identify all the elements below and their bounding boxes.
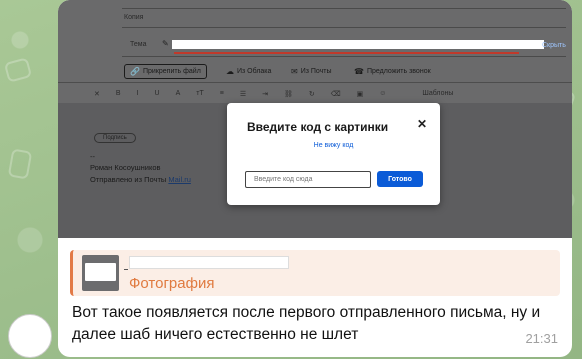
from-cloud-button[interactable]: ☁ Из Облака bbox=[226, 64, 271, 79]
templates-label[interactable]: Шаблоны bbox=[422, 90, 453, 100]
message-bubble: Копия Тема ✎ Скрыть 🔗 Прикрепить файл ☁ … bbox=[58, 0, 572, 357]
suggest-call-button[interactable]: ☎ Предложить звонок bbox=[354, 64, 431, 79]
attach-file-button[interactable]: 🔗 Прикрепить файл bbox=[124, 64, 207, 79]
suggest-call-label: Предложить звонок bbox=[366, 68, 431, 75]
clear-icon[interactable]: ⌫ bbox=[331, 90, 341, 100]
indent-icon[interactable]: ⇥ bbox=[262, 90, 268, 100]
reply-thumbnail bbox=[82, 255, 119, 291]
captcha-input[interactable] bbox=[245, 171, 371, 188]
avatar[interactable] bbox=[8, 314, 52, 358]
link-icon[interactable]: ⛓ bbox=[284, 90, 293, 100]
message-time: 21:31 bbox=[525, 331, 558, 346]
reply-preview[interactable]: Фотография bbox=[70, 250, 560, 296]
undo-icon[interactable]: ✕ bbox=[94, 90, 100, 100]
captcha-title: Введите код с картинки bbox=[247, 120, 389, 134]
italic-icon[interactable]: I bbox=[137, 90, 139, 100]
captcha-submit-button[interactable]: Готово bbox=[377, 171, 423, 187]
field-divider bbox=[122, 56, 566, 57]
cant-see-code-link[interactable]: Не вижу код bbox=[227, 142, 440, 149]
signature-sent-from: Отправлено из Почты Mail.ru bbox=[90, 175, 191, 184]
align-icon[interactable]: ≡ bbox=[220, 90, 224, 100]
from-mail-button[interactable]: ✉ Из Почты bbox=[291, 64, 332, 79]
redacted-subject bbox=[172, 40, 544, 49]
toolbar-divider bbox=[58, 82, 572, 83]
signature-name: Роман Косоушников bbox=[90, 163, 161, 172]
redo-icon[interactable]: ↻ bbox=[309, 90, 315, 100]
font-size-icon[interactable]: тT bbox=[196, 90, 203, 100]
signature-pill[interactable]: Подпись bbox=[94, 133, 136, 143]
mailru-link[interactable]: Mail.ru bbox=[168, 175, 191, 184]
close-icon[interactable]: ✕ bbox=[417, 117, 427, 131]
wallpaper-doodle bbox=[3, 57, 33, 83]
reply-type-label: Фотография bbox=[129, 275, 215, 292]
sent-from-prefix: Отправлено из Почты bbox=[90, 175, 169, 184]
bold-icon[interactable]: B bbox=[116, 90, 121, 100]
field-divider bbox=[122, 8, 566, 9]
underline-icon[interactable]: U bbox=[155, 90, 160, 100]
signature-dashes: -- bbox=[90, 152, 95, 161]
image-icon[interactable]: ▣ bbox=[357, 90, 364, 100]
pen-icon: ✎ bbox=[162, 39, 169, 48]
field-divider bbox=[122, 27, 566, 28]
photo-attachment[interactable]: Копия Тема ✎ Скрыть 🔗 Прикрепить файл ☁ … bbox=[58, 0, 572, 238]
from-cloud-label: Из Облака bbox=[237, 68, 272, 75]
thumbnail-dialog bbox=[85, 263, 116, 281]
attach-file-label: Прикрепить файл bbox=[142, 68, 201, 75]
redacted-reply-author bbox=[124, 256, 289, 270]
wallpaper-doodle bbox=[7, 148, 33, 180]
list-icon[interactable]: ☰ bbox=[240, 90, 246, 100]
mail-icon: ✉ bbox=[291, 67, 298, 76]
spellcheck-underline bbox=[174, 52, 519, 54]
emoji-icon[interactable]: ☺ bbox=[379, 90, 386, 100]
cloud-icon: ☁ bbox=[226, 67, 234, 76]
message-text: Вот такое появляется после первого отпра… bbox=[72, 304, 541, 343]
text-color-icon[interactable]: A bbox=[176, 90, 181, 100]
subject-label: Тема bbox=[130, 41, 147, 48]
hide-link[interactable]: Скрыть bbox=[542, 42, 566, 49]
copy-label: Копия bbox=[124, 14, 144, 21]
paperclip-icon: 🔗 bbox=[130, 67, 140, 76]
from-mail-label: Из Почты bbox=[300, 68, 332, 75]
format-toolbar: ✕ B I U A тT ≡ ☰ ⇥ ⛓ ↻ ⌫ ▣ ☺ Шаблоны bbox=[94, 90, 564, 100]
captcha-modal: Введите код с картинки ✕ Не вижу код Гот… bbox=[227, 103, 440, 205]
call-icon: ☎ bbox=[354, 67, 364, 76]
